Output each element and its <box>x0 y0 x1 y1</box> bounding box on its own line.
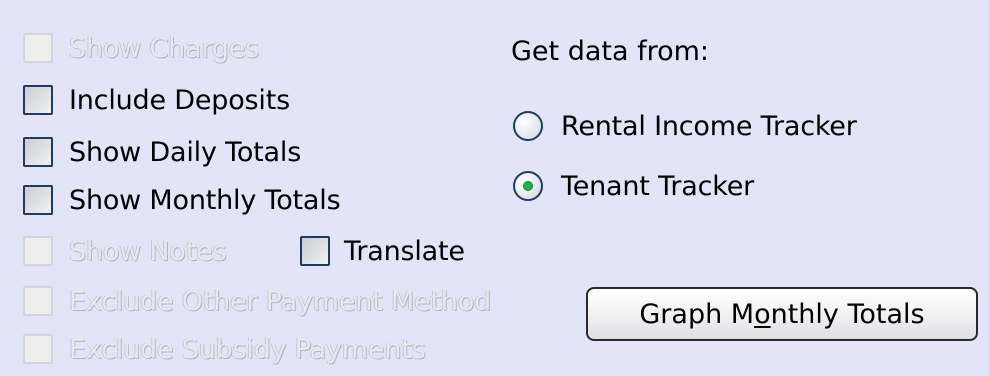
graph-button-label-part2: nthly Totals <box>770 298 925 330</box>
tenant-tracker-radio[interactable] <box>513 171 543 201</box>
graph-button-label-part1: Graph M <box>639 298 755 330</box>
show-monthly-totals-checkbox[interactable] <box>23 185 53 215</box>
tenant-tracker-label[interactable]: Tenant Tracker <box>561 171 754 202</box>
show-notes-label: Show Notes <box>69 235 227 267</box>
rental-income-tracker-label[interactable]: Rental Income Tracker <box>561 111 857 142</box>
show-charges-label: Show Charges <box>69 32 259 64</box>
exclude-other-payment-method-checkbox[interactable] <box>23 286 53 316</box>
graph-monthly-totals-button[interactable]: Graph Mo nthly Totals <box>586 287 978 341</box>
show-monthly-totals-label[interactable]: Show Monthly Totals <box>69 185 341 216</box>
data-source-heading: Get data from: <box>511 36 710 67</box>
graph-button-mnemonic: o <box>754 298 771 330</box>
exclude-other-payment-method-option: Exclude Other Payment Method <box>23 281 491 321</box>
show-notes-option: Show Notes <box>23 231 227 271</box>
report-options-panel: Show Charges Include Deposits Show Daily… <box>0 0 990 376</box>
exclude-subsidy-payments-label: Exclude Subsidy Payments <box>69 333 426 365</box>
exclude-subsidy-payments-option: Exclude Subsidy Payments <box>23 329 426 369</box>
radio-selected-dot <box>523 181 533 191</box>
show-charges-checkbox[interactable] <box>23 33 53 63</box>
exclude-subsidy-payments-checkbox[interactable] <box>23 334 53 364</box>
include-deposits-option[interactable]: Include Deposits <box>23 80 290 120</box>
exclude-other-payment-method-label: Exclude Other Payment Method <box>69 285 492 317</box>
show-daily-totals-checkbox[interactable] <box>23 137 53 167</box>
show-notes-checkbox[interactable] <box>23 236 53 266</box>
translate-checkbox[interactable] <box>300 236 330 266</box>
show-charges-option: Show Charges <box>23 28 259 68</box>
translate-label[interactable]: Translate <box>344 236 465 267</box>
include-deposits-label[interactable]: Include Deposits <box>69 85 290 116</box>
show-monthly-totals-option[interactable]: Show Monthly Totals <box>23 180 341 220</box>
show-daily-totals-option[interactable]: Show Daily Totals <box>23 132 301 172</box>
rental-income-tracker-radio[interactable] <box>513 111 543 141</box>
radio-rental-income-tracker[interactable]: Rental Income Tracker <box>513 106 857 146</box>
radio-tenant-tracker[interactable]: Tenant Tracker <box>513 166 754 206</box>
include-deposits-checkbox[interactable] <box>23 85 53 115</box>
translate-option[interactable]: Translate <box>300 231 465 271</box>
show-daily-totals-label[interactable]: Show Daily Totals <box>69 137 301 168</box>
